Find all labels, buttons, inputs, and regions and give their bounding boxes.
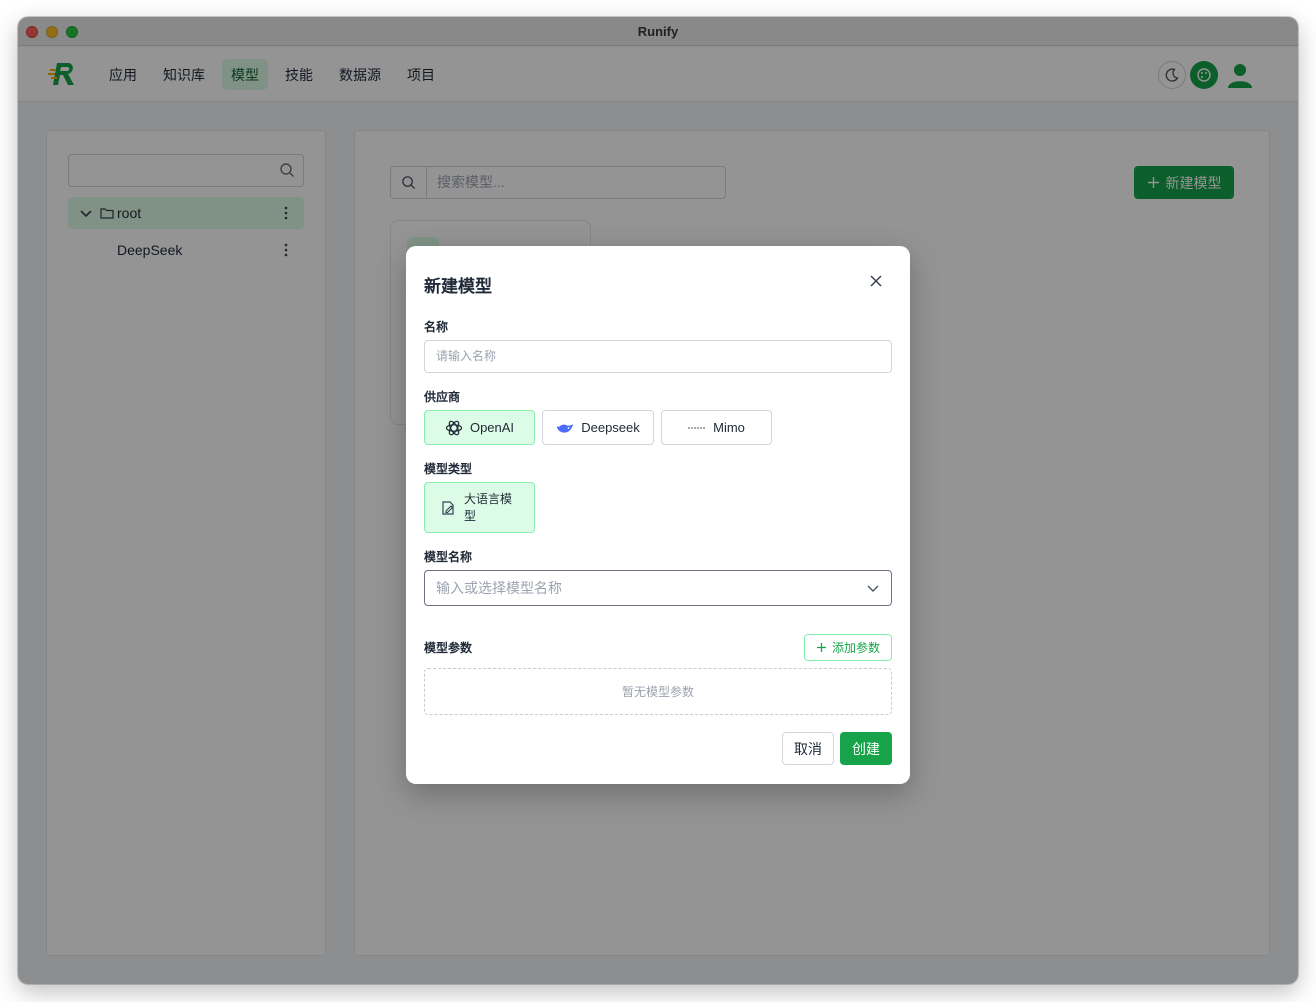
mimo-logo-icon	[688, 427, 707, 428]
provider-label-mimo: Mimo	[713, 420, 745, 435]
provider-mimo[interactable]: Mimo	[661, 410, 772, 445]
plus-icon	[816, 643, 826, 652]
new-model-dialog: 新建模型 名称 请输入名称 供应商 OpenAI Deepseek Mimo 模…	[406, 246, 910, 784]
provider-label: 供应商	[424, 390, 461, 404]
app-window: Runify 应用 知识库 模型 技能 数据源 项目 root DeepSeek…	[18, 17, 1298, 984]
model-type-label: 模型类型	[424, 462, 473, 476]
provider-deepseek[interactable]: Deepseek	[542, 410, 654, 445]
model-params-label: 模型参数	[424, 641, 473, 655]
edit-icon	[442, 500, 454, 515]
provider-label-deepseek: Deepseek	[581, 420, 640, 435]
name-label: 名称	[424, 320, 449, 334]
add-param-button[interactable]: 添加参数	[804, 634, 892, 661]
model-name-select[interactable]: 输入或选择模型名称	[424, 570, 892, 606]
model-type-llm[interactable]: 大语言模型	[424, 482, 535, 533]
deepseek-whale-icon	[557, 423, 574, 433]
dialog-title: 新建模型	[424, 277, 492, 296]
params-empty-text: 暂无模型参数	[621, 685, 694, 699]
openai-icon	[445, 420, 463, 435]
model-name-placeholder: 输入或选择模型名称	[436, 580, 562, 596]
params-empty-state: 暂无模型参数	[424, 668, 892, 715]
provider-options: OpenAI Deepseek Mimo	[424, 410, 772, 445]
add-param-label: 添加参数	[831, 641, 880, 655]
create-button[interactable]: 创建	[840, 732, 892, 765]
model-name-label: 模型名称	[424, 550, 473, 564]
provider-label-openai: OpenAI	[469, 420, 515, 435]
cancel-button[interactable]: 取消	[782, 732, 834, 765]
close-icon[interactable]	[868, 273, 884, 289]
chevron-down-icon	[867, 585, 879, 592]
model-type-label-llm: 大语言模型	[464, 491, 513, 523]
provider-openai[interactable]: OpenAI	[424, 410, 535, 445]
name-input[interactable]: 请输入名称	[424, 340, 892, 373]
